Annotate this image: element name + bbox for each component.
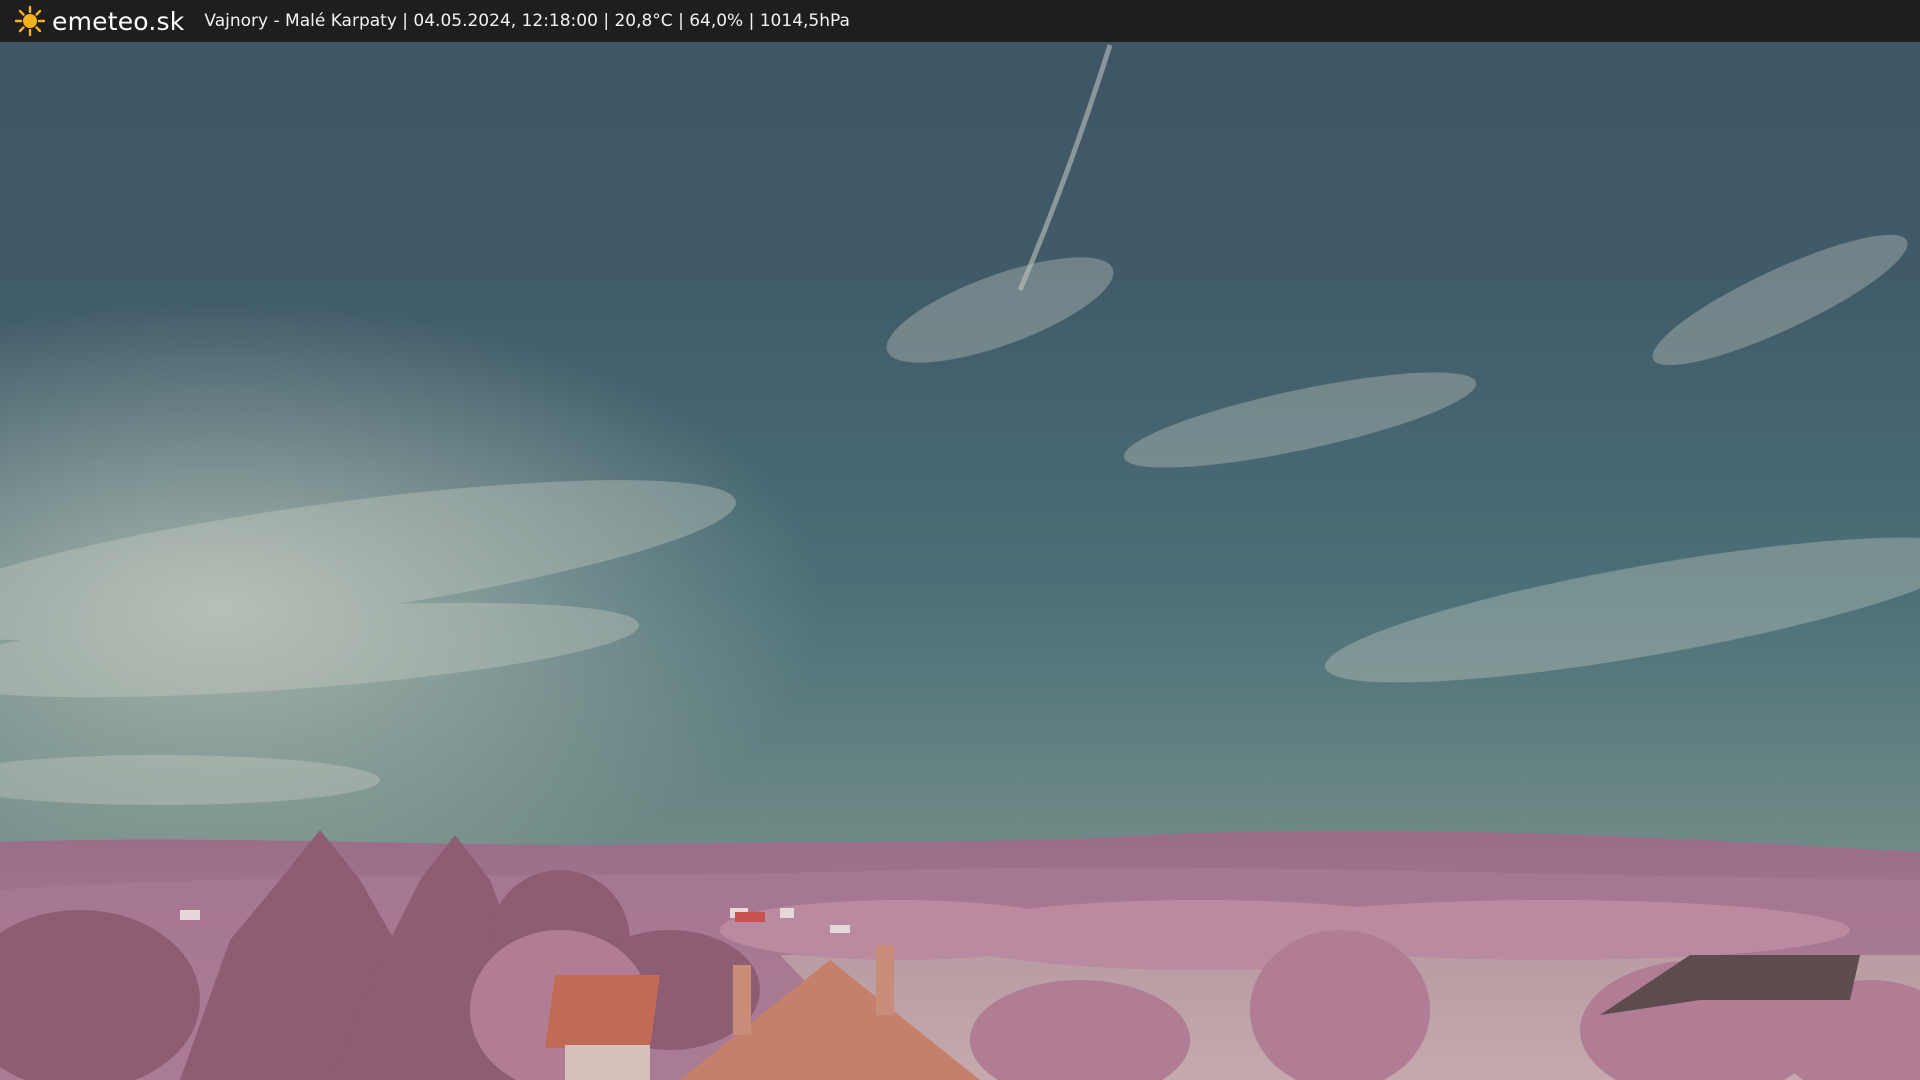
brand-name: emeteo.sk bbox=[52, 6, 185, 36]
webcam-info-bar: emeteo.sk Vajnory - Malé Karpaty | 04.05… bbox=[0, 0, 1920, 42]
sun-icon bbox=[14, 5, 46, 37]
webcam-frame: emeteo.sk Vajnory - Malé Karpaty | 04.05… bbox=[0, 0, 1920, 1080]
webcam-image bbox=[0, 0, 1920, 1080]
weather-readout: Vajnory - Malé Karpaty | 04.05.2024, 12:… bbox=[204, 11, 850, 31]
brand-logo[interactable]: emeteo.sk bbox=[14, 5, 184, 37]
